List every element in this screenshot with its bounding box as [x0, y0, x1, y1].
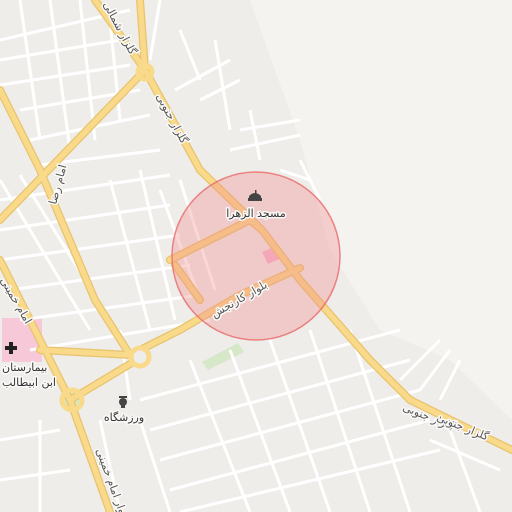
poi-mosque-label: مسجد الزهرا [226, 207, 286, 220]
map-view[interactable]: گلزار شمالی گلزار جنوبی گلزار جنوبی گلزا… [0, 0, 512, 512]
poi-hospital-label-2: ابن ابیطالب [2, 376, 56, 389]
poi-hospital-label-1: بیمارستان [2, 361, 47, 374]
map-canvas[interactable]: گلزار شمالی گلزار جنوبی گلزار جنوبی گلزا… [0, 0, 512, 512]
roundabout-center [128, 345, 152, 369]
poi-stadium-label: ورزشگاه [104, 411, 144, 424]
